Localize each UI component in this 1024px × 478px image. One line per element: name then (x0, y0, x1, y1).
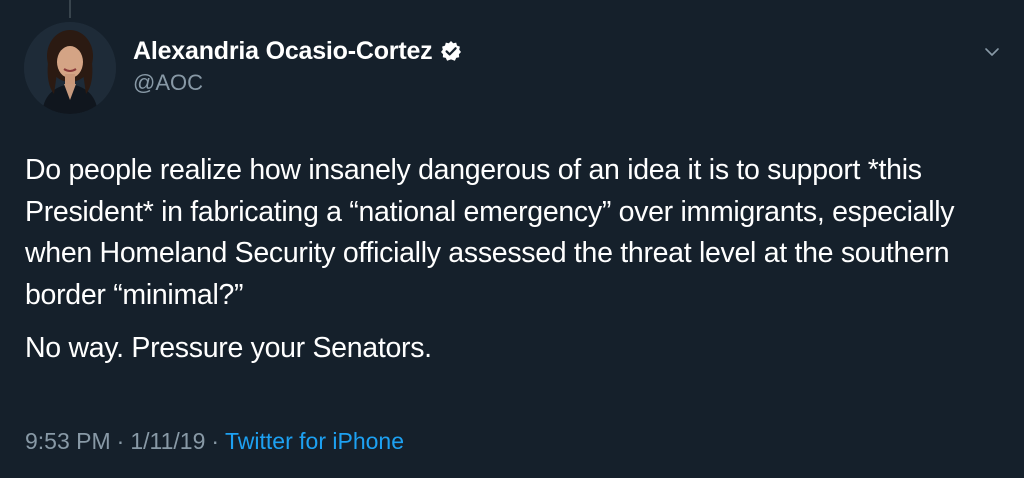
avatar-image (24, 22, 116, 114)
tweet-time[interactable]: 9:53 PM (25, 428, 111, 455)
tweet-header: Alexandria Ocasio-Cortez @AOC (133, 36, 964, 96)
display-name[interactable]: Alexandria Ocasio-Cortez (133, 37, 433, 66)
separator-dot: · (211, 428, 220, 454)
tweet-metadata: 9:53 PM · 1/11/19 · Twitter for iPhone (25, 428, 404, 455)
thread-connector-line (69, 0, 71, 18)
tweet-date[interactable]: 1/11/19 (130, 428, 205, 455)
tweet-paragraph: No way. Pressure your Senators. (25, 332, 432, 364)
tweet-text: Do people realize how insanely dangerous… (25, 150, 1010, 370)
tweet-paragraph: Do people realize how insanely dangerous… (25, 154, 955, 311)
user-handle[interactable]: @AOC (133, 70, 964, 96)
chevron-down-icon[interactable] (982, 42, 1002, 62)
avatar[interactable] (24, 22, 116, 114)
tweet-source-link[interactable]: Twitter for iPhone (225, 428, 404, 455)
verified-badge-icon (440, 40, 462, 62)
name-row: Alexandria Ocasio-Cortez (133, 36, 964, 66)
separator-dot: · (116, 428, 125, 454)
